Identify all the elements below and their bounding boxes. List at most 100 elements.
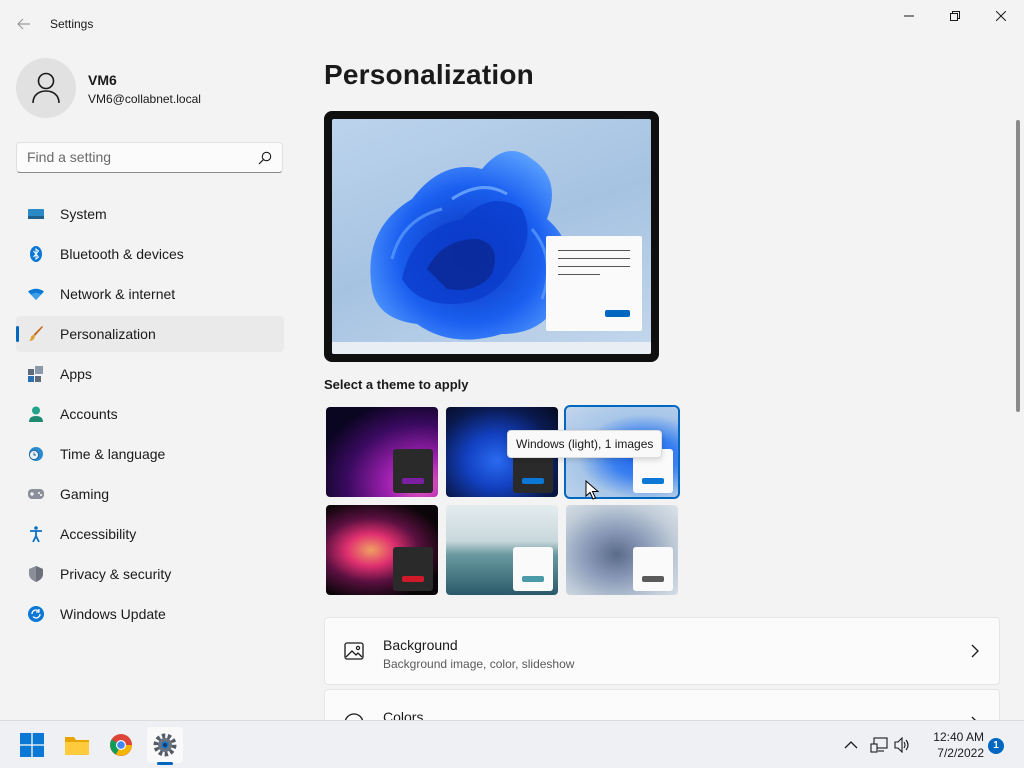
sidebar-item-accounts[interactable]: Accounts bbox=[16, 396, 284, 432]
sidebar-item-label: Gaming bbox=[60, 486, 110, 502]
shield-icon bbox=[28, 566, 44, 582]
preview-desktop bbox=[332, 119, 651, 354]
sidebar-item-label: Time & language bbox=[60, 446, 166, 462]
theme-preview-window bbox=[513, 547, 553, 591]
theme-preview-window bbox=[393, 547, 433, 591]
sidebar-item-label: Bluetooth & devices bbox=[60, 246, 184, 262]
theme-accent-bar bbox=[642, 478, 664, 484]
theme-tile-flow[interactable] bbox=[566, 505, 678, 595]
sidebar-item-label: System bbox=[60, 206, 107, 222]
theme-tile-captured-motion[interactable] bbox=[326, 505, 438, 595]
chevron-up-icon bbox=[844, 741, 858, 749]
show-hidden-icons-button[interactable] bbox=[842, 736, 860, 754]
theme-accent-bar bbox=[402, 478, 424, 484]
close-button[interactable] bbox=[978, 0, 1024, 32]
update-icon bbox=[28, 606, 44, 622]
sidebar-item-gaming[interactable]: Gaming bbox=[16, 476, 284, 512]
theme-section-label: Select a theme to apply bbox=[324, 377, 469, 392]
preview-taskbar bbox=[332, 342, 651, 354]
chevron-right-icon bbox=[971, 644, 979, 658]
user-name: VM6 bbox=[88, 72, 117, 88]
minimize-icon bbox=[904, 15, 914, 17]
sidebar-item-system[interactable]: System bbox=[16, 196, 284, 232]
sidebar-item-personalization[interactable]: Personalization bbox=[16, 316, 284, 352]
sidebar-item-label: Accessibility bbox=[60, 526, 137, 542]
accessibility-icon bbox=[28, 526, 44, 542]
theme-tile-glow[interactable] bbox=[326, 407, 438, 497]
page-title: Personalization bbox=[324, 59, 534, 90]
chrome-button[interactable] bbox=[103, 727, 139, 763]
volume-icon bbox=[894, 737, 909, 753]
preview-line bbox=[558, 266, 630, 267]
active-app-indicator bbox=[157, 762, 173, 765]
start-button[interactable] bbox=[14, 727, 50, 763]
sidebar-item-label: Accounts bbox=[60, 406, 118, 422]
bluetooth-icon bbox=[28, 246, 44, 262]
preview-line bbox=[558, 274, 600, 275]
arrow-left-icon bbox=[17, 18, 30, 30]
gamepad-icon bbox=[28, 486, 44, 502]
close-icon bbox=[996, 11, 1006, 21]
sidebar-item-accessibility[interactable]: Accessibility bbox=[16, 516, 284, 552]
theme-preview-window bbox=[393, 449, 433, 493]
clock-globe-icon bbox=[28, 446, 44, 462]
theme-accent-bar bbox=[402, 576, 424, 582]
theme-accent-bar bbox=[642, 576, 664, 582]
notification-badge[interactable]: 1 bbox=[988, 738, 1004, 754]
theme-accent-bar bbox=[522, 576, 544, 582]
preview-line bbox=[558, 250, 630, 251]
file-explorer-button[interactable] bbox=[59, 727, 95, 763]
sidebar-item-label: Personalization bbox=[60, 326, 156, 342]
person-icon bbox=[28, 406, 44, 422]
maximize-button[interactable] bbox=[932, 0, 978, 32]
sidebar-item-network[interactable]: Network & internet bbox=[16, 276, 284, 312]
sidebar-nav: System Bluetooth & devices Network & int… bbox=[16, 196, 284, 636]
theme-tooltip: Windows (light), 1 images bbox=[507, 430, 663, 458]
user-icon bbox=[32, 72, 60, 104]
preview-line bbox=[558, 258, 630, 259]
theme-accent-bar bbox=[522, 478, 544, 484]
brush-icon bbox=[28, 326, 44, 342]
back-button[interactable] bbox=[8, 10, 40, 38]
search-icon[interactable] bbox=[258, 151, 272, 165]
search-box[interactable] bbox=[16, 142, 283, 173]
search-input[interactable] bbox=[27, 149, 252, 165]
windows-logo-icon bbox=[20, 733, 44, 757]
scrollbar[interactable] bbox=[1016, 120, 1020, 412]
theme-preview-window bbox=[633, 547, 673, 591]
sidebar-item-time-language[interactable]: Time & language bbox=[16, 436, 284, 472]
preview-window bbox=[546, 236, 642, 331]
settings-taskbar-button[interactable] bbox=[147, 727, 183, 763]
sidebar-item-privacy[interactable]: Privacy & security bbox=[16, 556, 284, 592]
theme-tile-sunrise[interactable] bbox=[446, 505, 558, 595]
folder-icon bbox=[65, 737, 89, 755]
card-subtitle: Background image, color, slideshow bbox=[383, 657, 575, 671]
sidebar-item-apps[interactable]: Apps bbox=[16, 356, 284, 392]
sidebar-item-label: Windows Update bbox=[60, 606, 166, 622]
sidebar-item-label: Privacy & security bbox=[60, 566, 172, 582]
image-icon bbox=[344, 642, 364, 660]
sidebar-item-label: Network & internet bbox=[60, 286, 176, 302]
sidebar-item-windows-update[interactable]: Windows Update bbox=[16, 596, 284, 632]
theme-preview bbox=[324, 111, 659, 362]
apps-icon bbox=[28, 366, 44, 382]
taskbar-clock[interactable]: 12:40 AM 7/2/2022 bbox=[920, 729, 984, 761]
minimize-button[interactable] bbox=[886, 0, 932, 32]
sidebar-item-label: Apps bbox=[60, 366, 92, 382]
taskbar: 12:40 AM 7/2/2022 1 bbox=[0, 720, 1024, 768]
background-card[interactable]: Background Background image, color, slid… bbox=[324, 617, 1000, 685]
avatar[interactable] bbox=[16, 58, 76, 118]
app-title: Settings bbox=[50, 17, 94, 31]
card-title: Background bbox=[383, 637, 458, 653]
monitor-icon bbox=[28, 206, 44, 222]
preview-accent-button bbox=[605, 310, 630, 317]
gear-icon bbox=[153, 733, 177, 757]
network-tray-button[interactable] bbox=[870, 736, 888, 754]
network-icon bbox=[870, 737, 888, 753]
wifi-icon bbox=[28, 286, 44, 302]
mouse-cursor-icon bbox=[585, 480, 599, 500]
chrome-icon bbox=[110, 734, 132, 756]
volume-tray-button[interactable] bbox=[894, 736, 912, 754]
sidebar-item-bluetooth[interactable]: Bluetooth & devices bbox=[16, 236, 284, 272]
title-bar: Settings bbox=[0, 0, 1024, 48]
